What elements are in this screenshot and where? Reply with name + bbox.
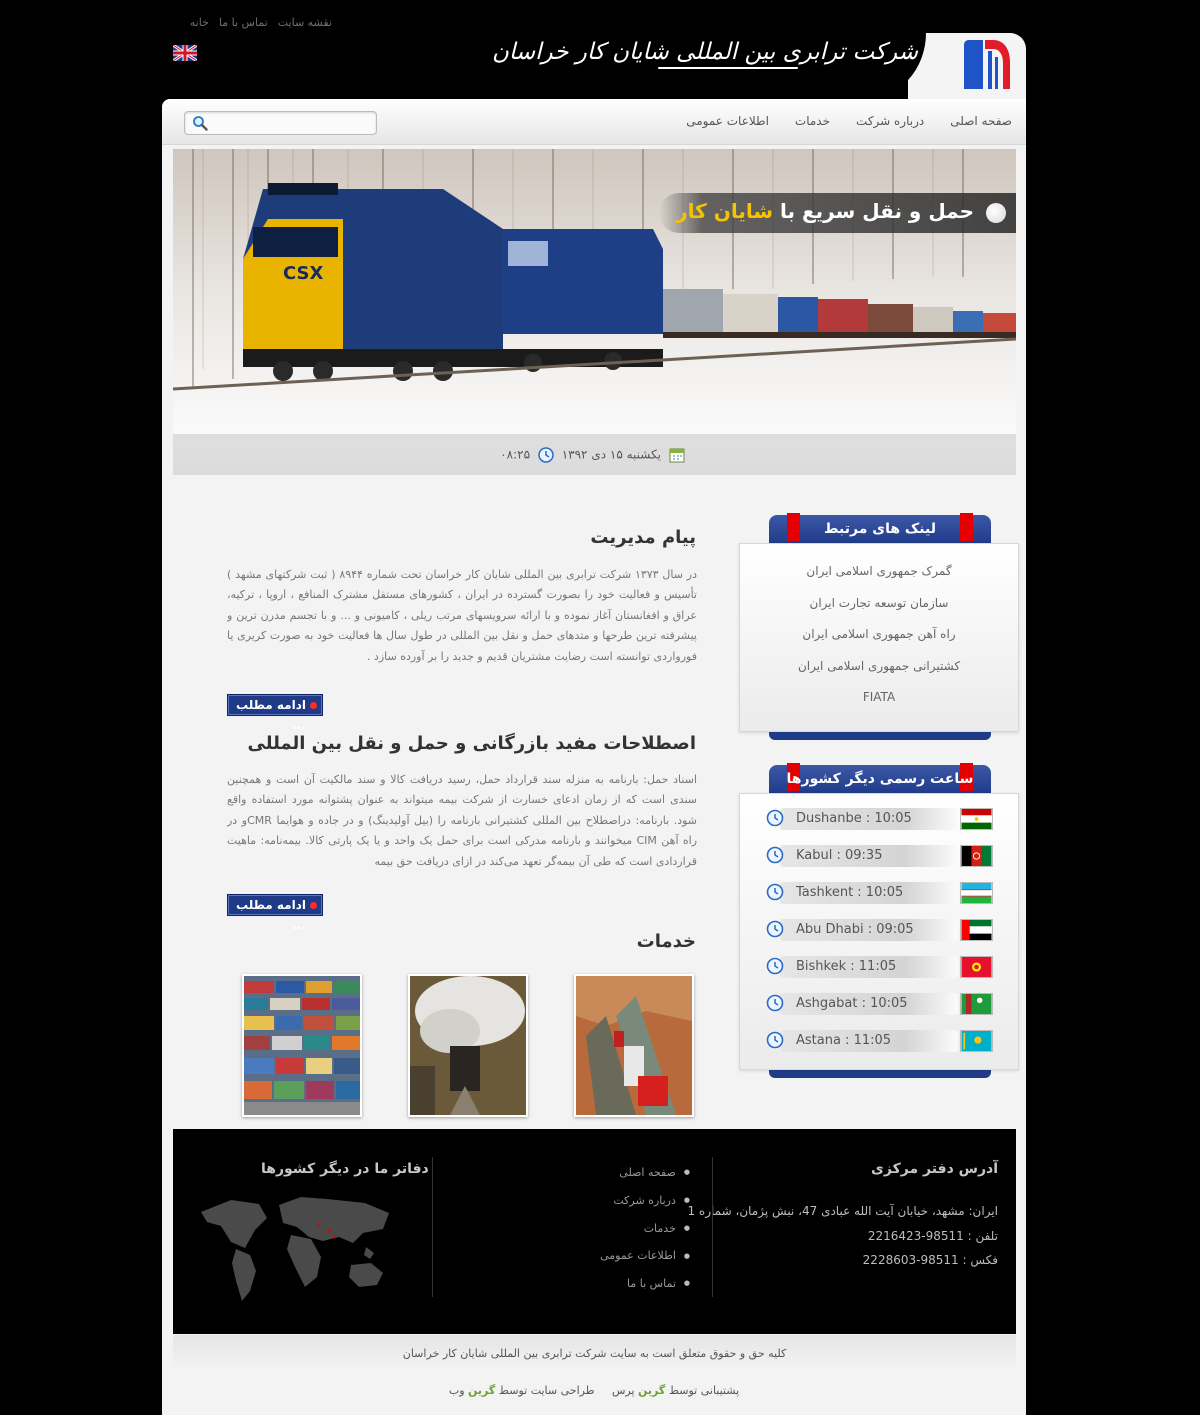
footer-phone: تلفن : 98511-2216423 [867, 1228, 998, 1243]
clock-icon [538, 447, 554, 463]
link-shipping[interactable]: کشتیرانی جمهوری اسلامی ایران [740, 659, 1018, 691]
clock-row-ashgabat: Ashgabat : 10:05 [766, 991, 993, 1016]
article-title-management: پیام مدیریت [590, 527, 696, 548]
uzbekistan-flag-icon [960, 882, 993, 904]
related-links-title: لینک های مرتبط [824, 521, 936, 537]
clock-icon [766, 1031, 784, 1049]
support-credit[interactable]: پشتیبانی توسط گرین پرس [612, 1384, 739, 1397]
article-title-terms: اصطلاحات مفید بازرگانی و حمل و نقل بین ا… [247, 733, 696, 754]
top-link-sitemap[interactable]: نقشه سایت [278, 16, 332, 29]
clock-dushanbe-text: Dushanbe : 10:05 [796, 811, 912, 826]
related-links-header: لینک های مرتبط [769, 513, 991, 545]
read-more-button-terms[interactable]: ادامه مطلب ... [227, 894, 323, 932]
kyrgyzstan-flag-icon [960, 956, 993, 978]
search-box [184, 111, 377, 135]
svg-text:CSX: CSX [283, 263, 324, 284]
clock-kabul-text: Kabul : 09:35 [796, 848, 883, 863]
footer-address-title: آدرس دفتر مرکزی [871, 1161, 998, 1177]
related-links-body: گمرک جمهوری اسلامی ایران سازمان توسعه تج… [739, 543, 1019, 732]
clock-icon [766, 920, 784, 938]
footer-link-about[interactable]: درباره شرکت [600, 1187, 690, 1215]
uae-flag-icon [960, 919, 993, 941]
link-trade-org[interactable]: سازمان توسعه تجارت ایران [740, 596, 1018, 628]
clock-icon [766, 883, 784, 901]
clock-icon [766, 994, 784, 1012]
hero-slider: CSX حمل و نقل سریع با شایان کار یکشنبه ۱… [173, 149, 1016, 475]
footer: آدرس دفتر مرکزی ایران: مشهد، خیابان آیت … [173, 1129, 1016, 1334]
tajikistan-flag-icon [960, 808, 993, 830]
clock-icon [766, 957, 784, 975]
afghanistan-flag-icon [960, 845, 993, 867]
footer-link-general-info[interactable]: اطلاعات عمومی [600, 1242, 690, 1270]
site-logo[interactable]: شرکت ترابری بین المللی شایان کار خراسان [492, 33, 1026, 99]
company-name-logo-text: شرکت ترابری بین المللی شایان کار خراسان [492, 39, 918, 69]
footer-link-contact[interactable]: تماس با ما [600, 1270, 690, 1298]
top-links: خانه تماس با ما نقشه سایت [172, 16, 332, 29]
services-title: خدمات [636, 931, 696, 952]
current-time: ۰۸:۲۵ [500, 447, 531, 462]
world-map-image [201, 1197, 389, 1301]
clock-row-tashkent: Tashkent : 10:05 [766, 880, 993, 905]
nav-item-general-info[interactable]: اطلاعات عمومی [686, 114, 769, 128]
clock-row-dushanbe: Dushanbe : 10:05 [766, 806, 993, 831]
slider-caption: حمل و نقل سریع با شایان کار [659, 193, 1016, 233]
top-link-home[interactable]: خانه [190, 16, 209, 29]
english-language-flag-icon[interactable] [173, 45, 197, 61]
clock-row-bishkek: Bishkek : 11:05 [766, 954, 993, 979]
footer-link-home[interactable]: صفحه اصلی [600, 1159, 690, 1187]
date-time-bar: یکشنبه ۱۵ دی ۱۳۹۲ ۰۸:۲۵ [173, 447, 1016, 463]
link-customs[interactable]: گمرک جمهوری اسلامی ایران [740, 564, 1018, 596]
current-date: یکشنبه ۱۵ دی ۱۳۹۲ [561, 447, 661, 462]
world-clocks-title: ساعت رسمی دیگر کشورها [786, 771, 974, 787]
link-railway[interactable]: راه آهن جمهوری اسلامی ایران [740, 627, 1018, 659]
train-photo: CSX حمل و نقل سریع با شایان کار [173, 149, 1016, 434]
search-input[interactable] [213, 113, 373, 135]
main-navbar: صفحه اصلی درباره شرکت خدمات اطلاعات عموم… [162, 99, 1026, 145]
footer-address: ایران: مشهد، خیابان آیت الله عبادی 47، ن… [687, 1199, 998, 1273]
world-clocks-header: ساعت رسمی دیگر کشورها [769, 763, 991, 795]
clock-tashkent-text: Tashkent : 10:05 [796, 885, 904, 900]
credits-bar: پشتیبانی توسط گرین پرس طراحی سایت توسط گ… [162, 1384, 1026, 1397]
clock-bishkek-text: Bishkek : 11:05 [796, 959, 897, 974]
clock-row-astana: Astana : 11:05 [766, 1028, 993, 1053]
link-fiata[interactable]: FIATA [740, 690, 1018, 722]
nav-item-services[interactable]: خدمات [795, 114, 830, 128]
clock-icon [766, 809, 784, 827]
calendar-icon [669, 448, 685, 463]
clock-astana-text: Astana : 11:05 [796, 1033, 892, 1048]
clock-row-abu-dhabi: Abu Dhabi : 09:05 [766, 917, 993, 942]
footer-links: صفحه اصلی درباره شرکت خدمات اطلاعات عموم… [600, 1159, 690, 1298]
clock-ashgabat-text: Ashgabat : 10:05 [796, 996, 908, 1011]
main-container: صفحه اصلی درباره شرکت خدمات اطلاعات عموم… [162, 99, 1026, 1415]
footer-fax: فکس : 98511-2228603 [862, 1253, 998, 1267]
copyright-bar: کلیه حق و حقوق متعلق است به سایت شرکت تر… [173, 1335, 1016, 1375]
footer-link-services[interactable]: خدمات [600, 1215, 690, 1243]
clock-abu-dhabi-text: Abu Dhabi : 09:05 [796, 922, 914, 937]
service-image-containers[interactable] [242, 974, 362, 1117]
clock-icon [766, 846, 784, 864]
clock-row-kabul: Kabul : 09:35 [766, 843, 993, 868]
read-more-button-management[interactable]: ادامه مطلب ... [227, 694, 323, 732]
footer-address-line: ایران: مشهد، خیابان آیت الله عبادی 47، ن… [687, 1204, 998, 1218]
article-body-management: در سال ۱۳۷۳ شرکت ترابری بین المللی شایان… [227, 568, 697, 663]
search-icon[interactable] [192, 115, 208, 131]
service-image-trucks[interactable] [574, 974, 694, 1117]
design-credit[interactable]: طراحی سایت توسط گرین وب [449, 1384, 595, 1397]
main-menu: صفحه اصلی درباره شرکت خدمات اطلاعات عموم… [686, 114, 1012, 128]
service-image-steam-train[interactable] [408, 974, 528, 1117]
turkmenistan-flag-icon [960, 993, 993, 1015]
nav-item-home[interactable]: صفحه اصلی [950, 114, 1012, 128]
top-link-contact[interactable]: تماس با ما [219, 16, 268, 29]
nav-item-about[interactable]: درباره شرکت [856, 114, 924, 128]
company-logo-icon [964, 40, 1010, 89]
caption-main-text: حمل و نقل سریع با [779, 199, 974, 223]
kazakhstan-flag-icon [960, 1030, 993, 1052]
article-body-terms: اسناد حمل: بارنامه به منزله سند قرارداد … [227, 773, 697, 868]
caption-accent-text: شایان کار [676, 199, 774, 223]
footer-offices-title: دفاتر ما در دیگر کشورها [261, 1161, 429, 1177]
world-clocks-body: Dushanbe : 10:05 Kabul : 09:35 Tashkent … [739, 793, 1019, 1070]
